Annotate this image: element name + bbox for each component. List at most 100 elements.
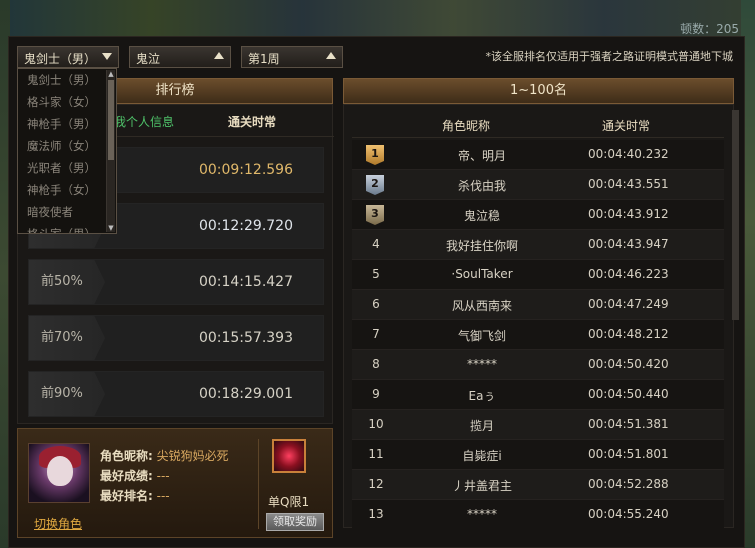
- dungeon-select-value: 鬼泣: [136, 52, 161, 66]
- player-time: 00:04:51.381: [588, 417, 669, 431]
- ranking-note: *该全服排名仅适用于强者之路证明模式普通地下城: [485, 50, 734, 63]
- player-name: 气御飞剑: [457, 329, 506, 343]
- table-row[interactable]: 7 气御飞剑 00:04:48.212: [352, 320, 724, 350]
- player-time: 00:04:43.912: [588, 207, 669, 221]
- job-dropdown-list: 鬼剑士（男） 格斗家（女） 神枪手（男） 魔法师（女） 光职者（男） 神枪手（女…: [17, 68, 117, 234]
- player-rank: 7: [372, 327, 380, 341]
- player-name: *****: [467, 357, 497, 371]
- player-time: 00:04:50.440: [588, 387, 669, 401]
- leaderboard-title: 排行榜: [155, 83, 195, 98]
- nickname-line: 角色昵称: 尖锐狗妈必死: [100, 447, 229, 464]
- gold-medal-icon: 1: [366, 145, 384, 165]
- percentile-time: 00:12:29.720: [198, 218, 293, 234]
- player-name: 揽月: [469, 419, 494, 433]
- dropdown-scrollbar[interactable]: ▲ ▼: [106, 70, 115, 232]
- chevron-down-icon: [102, 53, 112, 60]
- player-rank: 12: [368, 477, 384, 491]
- table-row[interactable]: 12 丿井盖君主 00:04:52.288: [352, 470, 724, 500]
- personal-info-tab[interactable]: 我个人信息: [114, 113, 174, 130]
- percentile-row: 前50% 00:14:15.427: [28, 259, 324, 305]
- player-time: 00:04:48.212: [588, 327, 669, 341]
- best-score-value: ---: [156, 469, 170, 483]
- top100-title: 1~100名: [510, 83, 567, 98]
- silver-medal-icon: 2: [366, 175, 384, 195]
- table-row[interactable]: 11 自毙症i 00:04:51.801: [352, 440, 724, 470]
- player-name: Eaぅ: [468, 389, 496, 403]
- table-row[interactable]: 3 鬼泣稳 00:04:43.912: [352, 200, 724, 230]
- player-name: 风从西南来: [451, 299, 512, 313]
- job-option[interactable]: 格斗家（女）: [18, 91, 116, 113]
- player-rank: 4: [372, 237, 380, 251]
- claim-reward-button[interactable]: 领取奖励: [266, 513, 324, 531]
- player-rank: 13: [368, 507, 384, 521]
- job-option[interactable]: 神枪手（男）: [18, 113, 116, 135]
- scroll-down-icon[interactable]: ▼: [108, 224, 114, 232]
- game-background-top: [0, 0, 755, 40]
- job-option[interactable]: 神枪手（女）: [18, 179, 116, 201]
- week-select[interactable]: 第1周: [241, 46, 343, 68]
- player-name: 自毙症i: [462, 449, 502, 463]
- best-score-line: 最好成绩: ---: [100, 467, 170, 484]
- nickname-column: 角色昵称: [442, 119, 491, 133]
- bronze-medal-icon: 3: [366, 205, 384, 225]
- player-name: 鬼泣稳: [463, 209, 500, 223]
- chevron-up-icon: [326, 52, 336, 59]
- background-counter: 顿数：205: [680, 22, 739, 36]
- dungeon-select[interactable]: 鬼泣: [129, 46, 231, 68]
- player-name: 帝、明月: [457, 149, 506, 163]
- character-card: 角色昵称: 尖锐狗妈必死 最好成绩: --- 最好排名: --- 切换角色 单Q…: [17, 428, 333, 538]
- clear-time-column: 通关时常: [602, 119, 651, 133]
- week-select-value: 第1周: [248, 52, 280, 66]
- player-name: *****: [467, 507, 497, 521]
- percentile-tag: 前70%: [29, 316, 105, 360]
- player-time: 00:04:51.801: [588, 447, 669, 461]
- job-option[interactable]: 光职者（男）: [18, 157, 116, 179]
- avatar: [28, 443, 90, 503]
- table-row[interactable]: 4 我好挂住你啊 00:04:43.947: [352, 230, 724, 260]
- player-rank: 11: [368, 447, 384, 461]
- table-row[interactable]: 9 Eaぅ 00:04:50.440: [352, 380, 724, 410]
- table-row[interactable]: 5 ·SoulTaker 00:04:46.223: [352, 260, 724, 290]
- scroll-up-icon[interactable]: ▲: [108, 70, 114, 78]
- percentile-tag: 前50%: [29, 260, 105, 304]
- percentile-time: 00:18:29.001: [198, 386, 293, 402]
- switch-character-link[interactable]: 切换角色: [34, 515, 82, 532]
- reward-item-icon[interactable]: [272, 439, 306, 473]
- table-row[interactable]: 2 杀伐由我 00:04:43.551: [352, 170, 724, 200]
- player-time: 00:04:55.240: [588, 507, 669, 521]
- clear-time-column: 通关时常: [228, 115, 277, 129]
- nickname-label: 角色昵称:: [100, 449, 153, 463]
- scrollbar-thumb[interactable]: [108, 80, 114, 160]
- player-rank: 8: [372, 357, 380, 371]
- best-rank-label: 最好排名:: [100, 489, 153, 503]
- avatar-face: [47, 456, 73, 486]
- table-row[interactable]: 6 风从西南来 00:04:47.249: [352, 290, 724, 320]
- player-time: 00:04:47.249: [588, 297, 669, 311]
- player-rank: 10: [368, 417, 384, 431]
- chevron-up-icon: [214, 52, 224, 59]
- table-row[interactable]: 10 揽月 00:04:51.381: [352, 410, 724, 440]
- reward-limit-label: 单Q限1: [268, 495, 310, 509]
- player-time: 00:04:43.551: [588, 177, 669, 191]
- percentile-row: 前90% 00:18:29.001: [28, 371, 324, 417]
- job-option[interactable]: 魔法师（女）: [18, 135, 116, 157]
- player-name: 杀伐由我: [457, 179, 506, 193]
- percentile-row: 前70% 00:15:57.393: [28, 315, 324, 361]
- table-row[interactable]: 13 ***** 00:04:55.240: [352, 500, 724, 528]
- table-row[interactable]: 1 帝、明月 00:04:40.232: [352, 140, 724, 170]
- nickname-value: 尖锐狗妈必死: [156, 449, 229, 463]
- top100-table: 角色昵称 通关时常 1 帝、明月 00:04:40.232 2 杀伐由我 00:…: [352, 110, 724, 528]
- job-option[interactable]: 暗夜使者: [18, 201, 116, 223]
- best-score-label: 最好成绩:: [100, 469, 153, 483]
- player-time: 00:04:50.420: [588, 357, 669, 371]
- table-header: 角色昵称 通关时常: [352, 110, 724, 138]
- percentile-time: 00:14:15.427: [198, 274, 293, 290]
- job-select-value: 鬼剑士（男）: [24, 52, 97, 66]
- table-scrollbar[interactable]: [732, 110, 739, 320]
- job-option[interactable]: 鬼剑士（男）: [18, 69, 116, 91]
- job-option[interactable]: 格斗家（男）: [18, 223, 116, 233]
- player-time: 00:04:40.232: [588, 147, 669, 161]
- table-row[interactable]: 8 ***** 00:04:50.420: [352, 350, 724, 380]
- player-rank: 9: [372, 387, 380, 401]
- job-select[interactable]: 鬼剑士（男）: [17, 46, 119, 68]
